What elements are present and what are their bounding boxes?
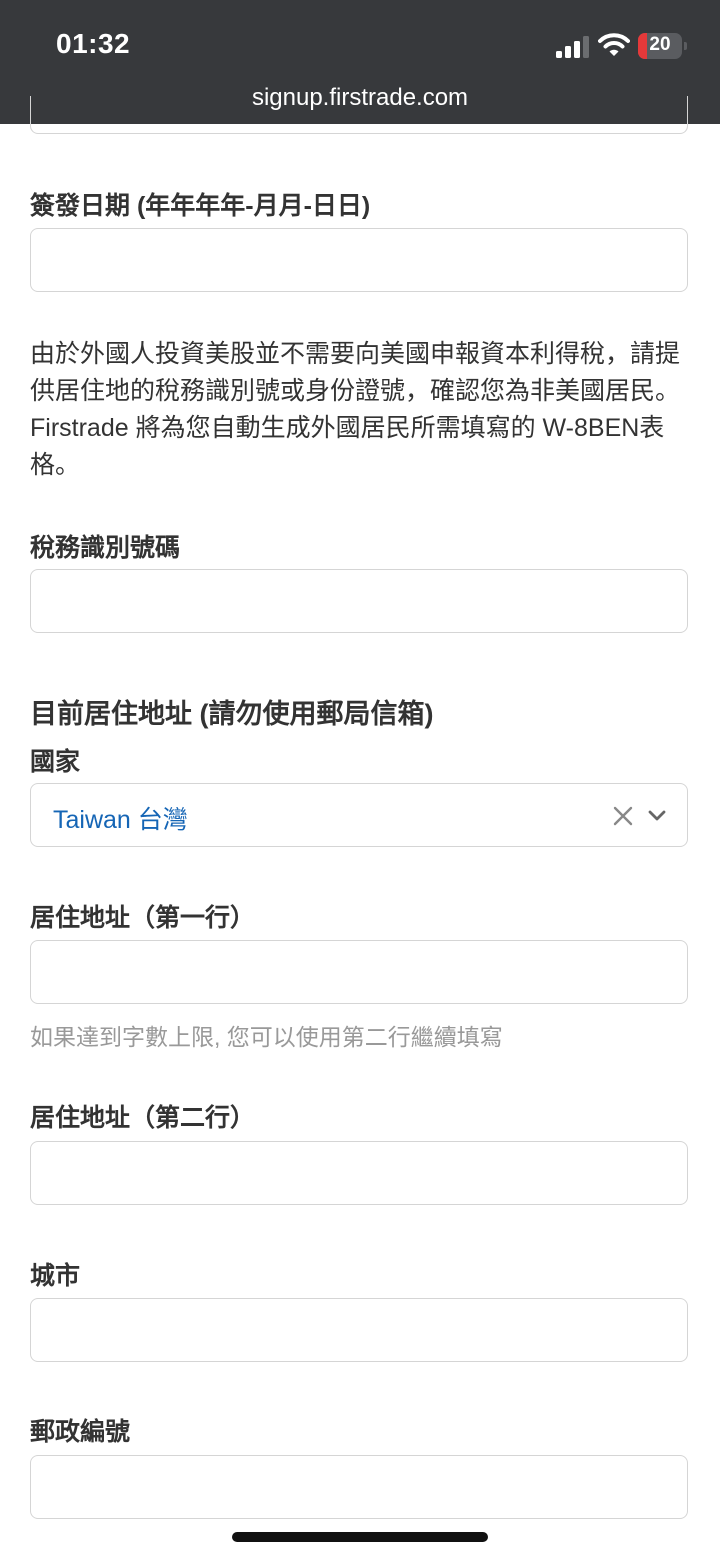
issue-date-input[interactable] [30,228,688,292]
chevron-down-icon[interactable] [647,806,667,826]
battery-body: 20 [638,33,682,59]
address-line1-input[interactable] [30,940,688,1004]
previous-field-input[interactable] [30,96,688,134]
address-line2-input[interactable] [30,1141,688,1205]
issue-date-label: 簽發日期 (年年年年-月月-日日) [30,192,371,220]
status-time: 01:32 [56,28,131,59]
city-input[interactable] [30,1298,688,1362]
battery-level: 20 [649,34,671,55]
battery-indicator: 20 [638,33,688,59]
home-indicator[interactable] [232,1532,488,1542]
tax-id-label: 稅務識別號碼 [30,534,181,562]
tax-description-text: 由於外國人投資美股並不需要向美國申報資本利得稅，請提供居住地的稅務識別號或身份證… [30,340,681,479]
wifi-icon [598,33,630,56]
country-label: 國家 [30,748,81,776]
city-label: 城市 [30,1262,81,1290]
tax-id-input[interactable] [30,569,688,633]
postal-code-input[interactable] [30,1455,688,1519]
address-line2-label: 居住地址（第二行） [30,1104,256,1132]
cellular-signal-icon [556,36,589,58]
address-line1-help-text: 如果達到字數上限, 您可以使用第二行繼續填寫 [30,1024,503,1050]
address-line1-label: 居住地址（第一行） [30,904,256,932]
country-selected-value: Taiwan 台灣 [53,806,188,834]
clear-icon[interactable] [611,804,635,828]
battery-tip [684,42,687,50]
country-select[interactable]: Taiwan 台灣 [30,783,688,847]
postal-code-label: 郵政編號 [30,1418,131,1446]
address-section-title: 目前居住地址 (請勿使用郵局信箱) [30,699,434,729]
